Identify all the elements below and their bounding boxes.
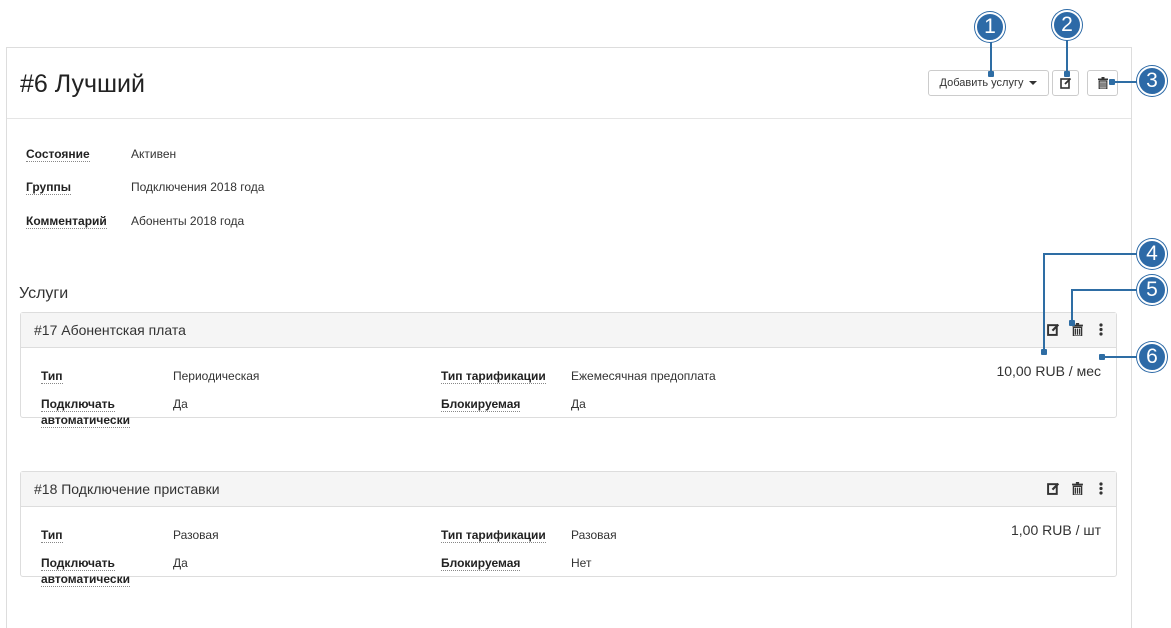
edit-icon (1046, 323, 1059, 336)
detail-value: Подключения 2018 года (131, 180, 265, 194)
service-more-button[interactable] (1094, 480, 1108, 496)
detail-label: Комментарий (26, 214, 107, 229)
callout-line (1102, 356, 1139, 358)
callout-badge-1: 1 (975, 12, 1005, 42)
field-value-type: Периодическая (173, 369, 260, 383)
callout-badge-4: 4 (1137, 239, 1167, 269)
callout-line (1071, 289, 1073, 323)
field-label-type: Тип (41, 369, 63, 384)
callout-badge-2: 2 (1052, 10, 1082, 40)
callout-dot (1109, 79, 1115, 85)
field-label-tariff: Тип тарификации (441, 528, 546, 543)
callout-line (990, 40, 992, 74)
edit-icon (1046, 482, 1059, 495)
callout-line (1112, 81, 1140, 83)
field-label-blocking: Блокируемая (441, 556, 521, 571)
field-label-tariff: Тип тарификации (441, 369, 546, 384)
field-label-auto: Подключать автоматически (41, 397, 130, 428)
detail-row-groups: Группы Подключения 2018 года (26, 180, 264, 195)
field-value-tariff: Разовая (571, 528, 617, 542)
field-value-blocking: Нет (571, 556, 592, 570)
field-label-type: Тип (41, 528, 63, 543)
service-delete-button[interactable] (1070, 480, 1084, 496)
field-label-blocking: Блокируемая (441, 397, 521, 412)
service-price: 10,00 RUB / мес (996, 363, 1101, 379)
callout-dot (988, 71, 994, 77)
callout-line (1043, 253, 1045, 351)
field-value-auto: Да (173, 397, 188, 411)
service-actions (1036, 480, 1108, 496)
panel-header: #6 Лучший Добавить услугу (7, 48, 1131, 119)
service-more-button[interactable] (1094, 321, 1108, 337)
callout-dot (1099, 354, 1105, 360)
detail-row-comment: Комментарий Абоненты 2018 года (26, 214, 244, 229)
field-value-tariff: Ежемесячная предоплата (571, 369, 716, 383)
field-value-type: Разовая (173, 528, 219, 542)
callout-dot (1069, 320, 1075, 326)
add-service-label: Добавить услугу (939, 77, 1024, 89)
service-edit-button[interactable] (1046, 480, 1060, 496)
service-title: #18 Подключение приставки (34, 481, 220, 497)
service-card-header: #18 Подключение приставки (21, 472, 1116, 507)
service-card: #18 Подключение приставки Тип Разовая Ти… (20, 471, 1117, 587)
callout-line (1066, 40, 1068, 74)
callout-line (1071, 289, 1139, 291)
subscriber-panel: #6 Лучший Добавить услугу Состояние Акти… (6, 47, 1132, 628)
callout-line (1043, 253, 1139, 255)
detail-value: Активен (131, 147, 177, 161)
page-title: #6 Лучший (20, 70, 145, 98)
service-edit-button[interactable] (1046, 321, 1060, 337)
detail-label: Состояние (26, 147, 90, 162)
service-card: #17 Абонентская плата Тип Периодическая … (20, 312, 1117, 428)
callout-badge-5: 5 (1137, 275, 1167, 305)
trash-icon (1097, 77, 1108, 89)
more-vertical-icon (1099, 481, 1103, 495)
callout-badge-3: 3 (1137, 66, 1167, 96)
detail-row-status: Состояние Активен (26, 147, 176, 162)
field-value-auto: Да (173, 556, 188, 570)
service-title: #17 Абонентская плата (34, 322, 186, 338)
trash-icon (1071, 481, 1083, 495)
callout-dot (1041, 349, 1047, 355)
service-price: 1,00 RUB / шт (1010, 522, 1101, 538)
service-card-body: Тип Периодическая Тип тарификации Ежемес… (21, 348, 1116, 428)
callout-badge-6: 6 (1137, 342, 1167, 372)
services-section-title: Услуги (19, 285, 69, 302)
field-value-blocking: Да (571, 397, 586, 411)
detail-label: Группы (26, 180, 71, 195)
detail-value: Абоненты 2018 года (131, 214, 245, 228)
more-vertical-icon (1099, 322, 1103, 336)
field-label-auto: Подключать автоматически (41, 556, 130, 587)
caret-down-icon (1029, 81, 1038, 85)
edit-icon (1059, 77, 1071, 89)
service-card-body: Тип Разовая Тип тарификации Разовая Подк… (21, 507, 1116, 587)
service-card-header: #17 Абонентская плата (21, 313, 1116, 348)
callout-dot (1064, 71, 1070, 77)
